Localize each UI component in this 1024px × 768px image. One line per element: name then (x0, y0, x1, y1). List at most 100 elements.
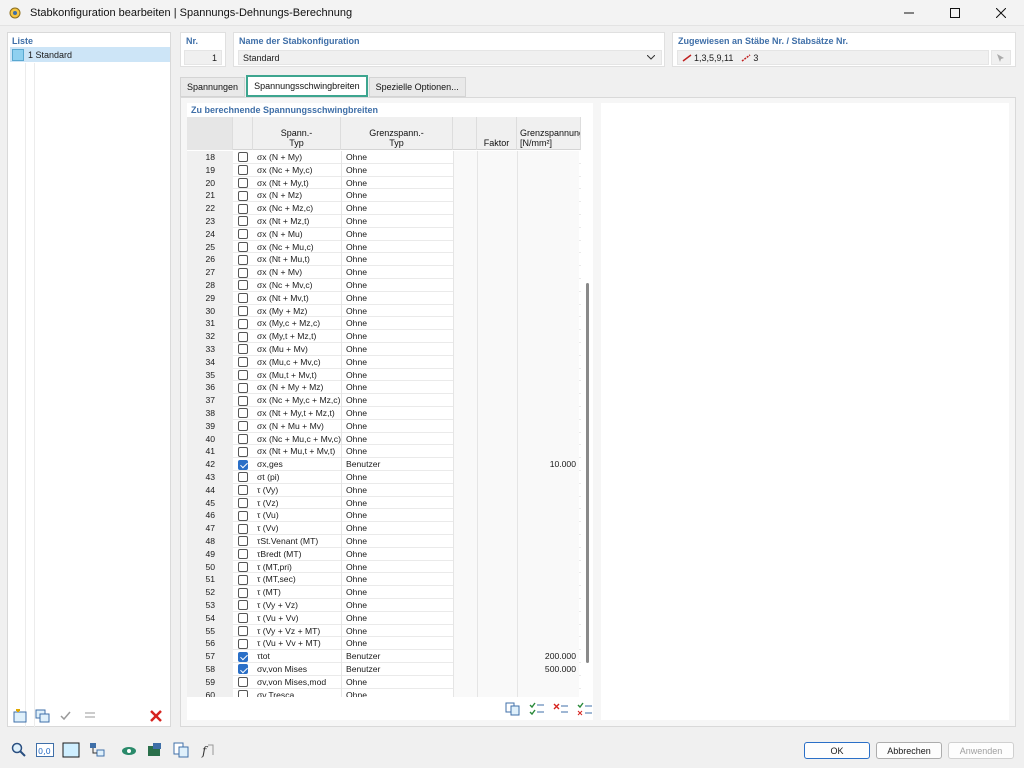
checkbox[interactable] (238, 241, 248, 252)
row-grenzspannung[interactable] (517, 509, 579, 523)
checkbox[interactable] (238, 216, 248, 227)
row-faktor[interactable] (477, 394, 517, 407)
row-faktor[interactable] (477, 496, 517, 510)
row-grenzspann-typ[interactable]: Ohne (341, 522, 453, 535)
row-faktor[interactable] (477, 317, 517, 331)
row-checkbox[interactable] (233, 445, 253, 458)
table-row[interactable]: 45 τ (Vz) Ohne (187, 496, 581, 510)
name-select[interactable]: Standard (238, 50, 662, 65)
row-grenzspannung[interactable] (517, 163, 579, 177)
row-grenzspann-typ[interactable]: Ohne (341, 419, 453, 433)
row-checkbox[interactable] (233, 202, 253, 215)
row-checkbox[interactable] (233, 330, 253, 343)
checkbox[interactable] (238, 408, 248, 419)
row-faktor[interactable] (477, 483, 517, 497)
row-grenzspann-typ[interactable]: Ohne (341, 330, 453, 343)
row-checkbox[interactable] (233, 343, 253, 356)
row-faktor[interactable] (477, 381, 517, 395)
check-all-button[interactable] (57, 707, 77, 725)
table-row[interactable]: 38 σx (Nt + My,t + Mz,t) Ohne (187, 407, 581, 420)
row-checkbox[interactable] (233, 612, 253, 625)
row-faktor[interactable] (477, 279, 517, 292)
row-faktor[interactable] (477, 637, 517, 651)
checkbox[interactable] (238, 638, 248, 649)
checkbox[interactable] (238, 305, 248, 316)
table-row[interactable]: 40 σx (Nc + Mu,c + Mv,c) Ohne (187, 432, 581, 446)
table-row[interactable]: 47 τ (Vv) Ohne (187, 522, 581, 535)
checkbox[interactable] (238, 229, 248, 240)
checkbox[interactable] (238, 549, 248, 560)
row-grenzspann-typ[interactable]: Ohne (341, 560, 453, 574)
table-row[interactable]: 58 σv,von Mises Benutzer 500.000 (187, 663, 581, 676)
checkbox[interactable] (238, 587, 248, 598)
row-grenzspannung[interactable]: 10.000 (517, 458, 579, 471)
checkbox[interactable] (238, 651, 248, 662)
row-grenzspann-typ[interactable]: Ohne (341, 202, 453, 215)
row-faktor[interactable] (477, 163, 517, 177)
row-faktor[interactable] (477, 688, 517, 697)
table-row[interactable]: 48 τSt.Venant (MT) Ohne (187, 535, 581, 548)
checkbox[interactable] (238, 267, 248, 278)
row-grenzspannung[interactable] (517, 535, 579, 548)
row-checkbox[interactable] (233, 650, 253, 663)
row-grenzspannung[interactable] (517, 471, 579, 484)
row-checkbox[interactable] (233, 407, 253, 420)
table-row[interactable]: 33 σx (Mu + Mv) Ohne (187, 343, 581, 356)
row-faktor[interactable] (477, 368, 517, 382)
row-grenzspann-typ[interactable]: Ohne (341, 215, 453, 228)
row-checkbox[interactable] (233, 215, 253, 228)
row-grenzspannung[interactable] (517, 522, 579, 535)
deselect-all-button[interactable] (551, 700, 571, 718)
table-row[interactable]: 21 σx (N + Mz) Ohne (187, 189, 581, 203)
checkbox[interactable] (238, 523, 248, 534)
table-row[interactable]: 30 σx (My + Mz) Ohne (187, 304, 581, 318)
row-checkbox[interactable] (233, 663, 253, 676)
row-grenzspann-typ[interactable]: Ohne (341, 611, 453, 625)
table-row[interactable]: 26 σx (Nt + Mu,t) Ohne (187, 253, 581, 267)
row-faktor[interactable] (477, 471, 517, 484)
checkbox[interactable] (238, 459, 248, 470)
row-faktor[interactable] (477, 343, 517, 356)
row-checkbox[interactable] (233, 189, 253, 202)
checkbox[interactable] (238, 600, 248, 611)
row-faktor[interactable] (477, 253, 517, 267)
row-faktor[interactable] (477, 509, 517, 523)
row-faktor[interactable] (477, 266, 517, 279)
row-faktor[interactable] (477, 675, 517, 689)
table-row[interactable]: 37 σx (Nc + My,c + Mz,c) Ohne (187, 394, 581, 407)
row-grenzspannung[interactable] (517, 611, 579, 625)
row-grenzspann-typ[interactable]: Ohne (341, 253, 453, 267)
table-row[interactable]: 36 σx (N + My + Mz) Ohne (187, 381, 581, 395)
row-faktor[interactable] (477, 419, 517, 433)
row-faktor[interactable] (477, 624, 517, 638)
table-row[interactable]: 22 σx (Nc + Mz,c) Ohne (187, 202, 581, 215)
row-grenzspann-typ[interactable]: Ohne (341, 151, 453, 164)
row-grenzspannung[interactable] (517, 151, 579, 164)
row-faktor[interactable] (477, 151, 517, 164)
table-row[interactable]: 39 σx (N + Mu + Mv) Ohne (187, 419, 581, 433)
row-grenzspann-typ[interactable]: Ohne (341, 343, 453, 356)
row-grenzspann-typ[interactable]: Ohne (341, 688, 453, 697)
row-grenzspannung[interactable] (517, 586, 579, 599)
row-grenzspann-typ[interactable]: Ohne (341, 279, 453, 292)
invert-selection-button[interactable] (575, 700, 595, 718)
assigned-field[interactable]: 1,3,5,9,11 3 (677, 50, 989, 65)
table-row[interactable]: 54 τ (Vu + Vv) Ohne (187, 611, 581, 625)
row-faktor[interactable] (477, 586, 517, 599)
row-grenzspann-typ[interactable]: Ohne (341, 381, 453, 395)
row-checkbox[interactable] (233, 317, 253, 330)
row-checkbox[interactable] (233, 535, 253, 548)
row-faktor[interactable] (477, 663, 517, 676)
checkbox[interactable] (238, 433, 248, 444)
row-grenzspann-typ[interactable]: Ohne (341, 176, 453, 190)
row-checkbox[interactable] (233, 471, 253, 484)
row-grenzspannung[interactable] (517, 317, 579, 331)
row-checkbox[interactable] (233, 458, 253, 471)
row-checkbox[interactable] (233, 676, 253, 689)
table-row[interactable]: 24 σx (N + Mu) Ohne (187, 227, 581, 241)
row-grenzspann-typ[interactable]: Ohne (341, 432, 453, 446)
row-grenzspannung[interactable] (517, 432, 579, 446)
row-grenzspannung[interactable] (517, 496, 579, 510)
table-row[interactable]: 27 σx (N + Mv) Ohne (187, 266, 581, 279)
row-grenzspann-typ[interactable]: Ohne (341, 291, 453, 305)
